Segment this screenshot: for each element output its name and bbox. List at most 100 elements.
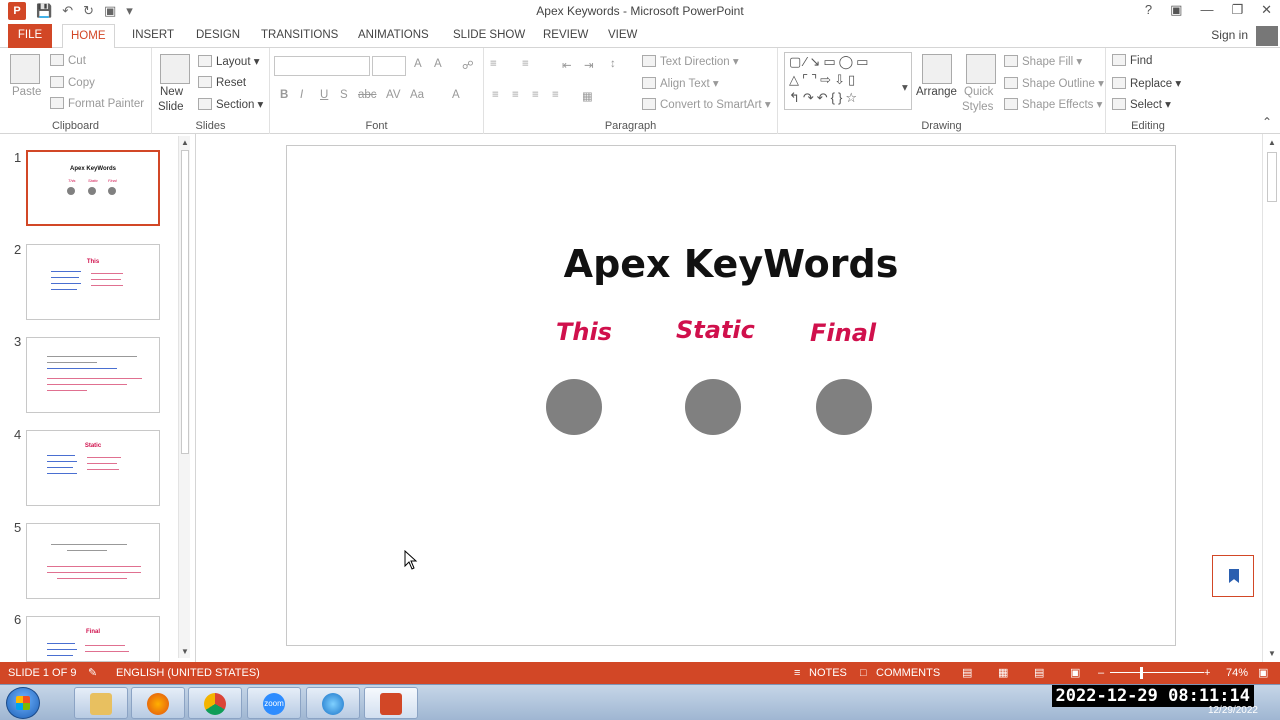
- grow-font-button[interactable]: A: [414, 58, 422, 70]
- new-slide-button-line1[interactable]: New: [160, 86, 183, 98]
- shapes-gallery[interactable]: ▢∕↘▭◯▭ △⌜⌝⇨⇩▯ ↰↷↶{}☆: [784, 52, 912, 110]
- thumbnail-slide-2[interactable]: This: [26, 244, 160, 320]
- thumbnail-slide-3[interactable]: [26, 337, 160, 413]
- zoom-in-icon[interactable]: +: [1204, 662, 1210, 684]
- align-text-button[interactable]: Align Text ▾: [642, 76, 719, 90]
- shape-outline-button[interactable]: Shape Outline ▾: [1004, 76, 1104, 90]
- language-status[interactable]: ENGLISH (UNITED STATES): [116, 662, 260, 684]
- align-right-icon[interactable]: ≡: [532, 89, 539, 101]
- restore-icon[interactable]: ❐: [1231, 2, 1243, 18]
- sign-in-link[interactable]: Sign in: [1211, 28, 1248, 42]
- fit-slide-icon[interactable]: ▣: [1258, 662, 1268, 684]
- arrange-icon[interactable]: [922, 54, 952, 84]
- taskbar-ie[interactable]: [306, 687, 360, 719]
- layout-button[interactable]: Layout ▾: [198, 54, 260, 68]
- taskbar-zoom[interactable]: zoom: [247, 687, 301, 719]
- circle-shape[interactable]: [546, 379, 602, 435]
- scrollbar-thumb[interactable]: [181, 150, 189, 454]
- taskbar-explorer[interactable]: [74, 687, 128, 719]
- paste-icon[interactable]: [10, 54, 40, 84]
- shape-fill-button[interactable]: Shape Fill ▾: [1004, 54, 1082, 68]
- line-spacing-icon[interactable]: ↕: [610, 58, 616, 70]
- slide-sorter-icon[interactable]: ▦: [998, 662, 1008, 684]
- thumbnail-slide-1[interactable]: Apex KeyWords This Static Final: [26, 150, 160, 226]
- help-icon[interactable]: ?: [1145, 2, 1152, 18]
- align-center-icon[interactable]: ≡: [512, 89, 519, 101]
- notes-button[interactable]: NOTES: [809, 662, 847, 684]
- editor-scrollbar[interactable]: ▲ ▼: [1262, 134, 1280, 662]
- scroll-down-icon[interactable]: ▼: [181, 647, 189, 656]
- numbering-icon[interactable]: ≡: [522, 58, 529, 70]
- thumbnail-scrollbar[interactable]: ▲ ▼: [178, 136, 190, 658]
- text-direction-button[interactable]: Text Direction ▾: [642, 54, 739, 68]
- align-left-icon[interactable]: ≡: [492, 89, 499, 101]
- change-case-button[interactable]: Aa: [410, 89, 424, 101]
- shrink-font-button[interactable]: A: [434, 58, 442, 70]
- collapse-ribbon-icon[interactable]: ⌃: [1262, 115, 1272, 129]
- underline-button[interactable]: U: [320, 89, 328, 101]
- reset-button[interactable]: Reset: [198, 76, 246, 89]
- thumbnail-slide-6[interactable]: Final: [26, 616, 160, 662]
- thumbnail-slide-5[interactable]: [26, 523, 160, 599]
- minimize-icon[interactable]: —: [1200, 2, 1213, 18]
- italic-button[interactable]: I: [300, 89, 303, 101]
- character-spacing-button[interactable]: AV: [386, 89, 401, 101]
- new-slide-button-line2[interactable]: Slide: [158, 101, 184, 113]
- zoom-level[interactable]: 74%: [1226, 662, 1248, 684]
- bold-button[interactable]: B: [280, 89, 288, 101]
- tab-design[interactable]: DESIGN: [188, 24, 248, 48]
- strikethrough-button[interactable]: abc: [358, 89, 377, 101]
- new-slide-icon[interactable]: [160, 54, 190, 84]
- bullets-icon[interactable]: ≡: [490, 58, 497, 70]
- font-size-box[interactable]: [372, 56, 406, 76]
- tab-home[interactable]: HOME: [62, 24, 115, 49]
- scroll-up-icon[interactable]: ▲: [181, 138, 189, 147]
- thumbnail-slide-4[interactable]: Static: [26, 430, 160, 506]
- copy-button[interactable]: Copy: [50, 76, 95, 89]
- cut-button[interactable]: Cut: [50, 54, 86, 67]
- justify-icon[interactable]: ≡: [552, 89, 559, 101]
- replace-button[interactable]: Replace ▾: [1112, 76, 1181, 90]
- keyword-static[interactable]: Static: [676, 316, 755, 344]
- shapes-more-icon[interactable]: ▾: [902, 80, 908, 94]
- format-painter-button[interactable]: Format Painter: [50, 97, 144, 110]
- tab-slide-show[interactable]: SLIDE SHOW: [445, 24, 533, 48]
- tab-file[interactable]: FILE: [8, 24, 52, 48]
- slideshow-view-icon[interactable]: ▣: [1070, 662, 1080, 684]
- avatar[interactable]: [1256, 26, 1278, 46]
- zoom-slider-thumb[interactable]: [1140, 667, 1143, 679]
- scrollbar-thumb[interactable]: [1267, 152, 1277, 202]
- slide-canvas[interactable]: Apex KeyWords This Static Final: [286, 145, 1176, 646]
- section-button[interactable]: Section ▾: [198, 97, 263, 111]
- ribbon-display-icon[interactable]: ▣: [1170, 2, 1182, 18]
- bookmark-button[interactable]: [1212, 555, 1254, 597]
- taskbar-firefox[interactable]: [131, 687, 185, 719]
- circle-shape[interactable]: [685, 379, 741, 435]
- find-button[interactable]: Find: [1112, 54, 1152, 67]
- reading-view-icon[interactable]: ▤: [1034, 662, 1044, 684]
- decrease-indent-icon[interactable]: ⇤: [562, 58, 572, 72]
- arrange-button[interactable]: Arrange: [916, 86, 957, 98]
- start-button[interactable]: [6, 687, 40, 719]
- keyword-final[interactable]: Final: [810, 319, 876, 347]
- comments-button[interactable]: COMMENTS: [876, 662, 940, 684]
- zoom-slider[interactable]: [1110, 672, 1204, 673]
- taskbar-chrome[interactable]: [188, 687, 242, 719]
- normal-view-icon[interactable]: ▤: [962, 662, 972, 684]
- clear-formatting-icon[interactable]: ☍: [462, 58, 474, 72]
- paste-button[interactable]: Paste: [12, 86, 41, 98]
- font-name-box[interactable]: [274, 56, 370, 76]
- close-icon[interactable]: ✕: [1261, 2, 1272, 18]
- zoom-out-icon[interactable]: –: [1098, 662, 1104, 684]
- quick-styles-button-line1[interactable]: Quick: [964, 86, 993, 98]
- tab-insert[interactable]: INSERT: [124, 24, 182, 48]
- increase-indent-icon[interactable]: ⇥: [584, 58, 594, 72]
- scroll-down-icon[interactable]: ▼: [1268, 649, 1276, 658]
- tab-transitions[interactable]: TRANSITIONS: [253, 24, 346, 48]
- convert-smartart-button[interactable]: Convert to SmartArt ▾: [642, 97, 771, 111]
- slide-title[interactable]: Apex KeyWords: [287, 242, 1175, 286]
- keyword-this[interactable]: This: [556, 318, 612, 346]
- quick-styles-icon[interactable]: [966, 54, 996, 84]
- tab-view[interactable]: VIEW: [600, 24, 645, 48]
- circle-shape[interactable]: [816, 379, 872, 435]
